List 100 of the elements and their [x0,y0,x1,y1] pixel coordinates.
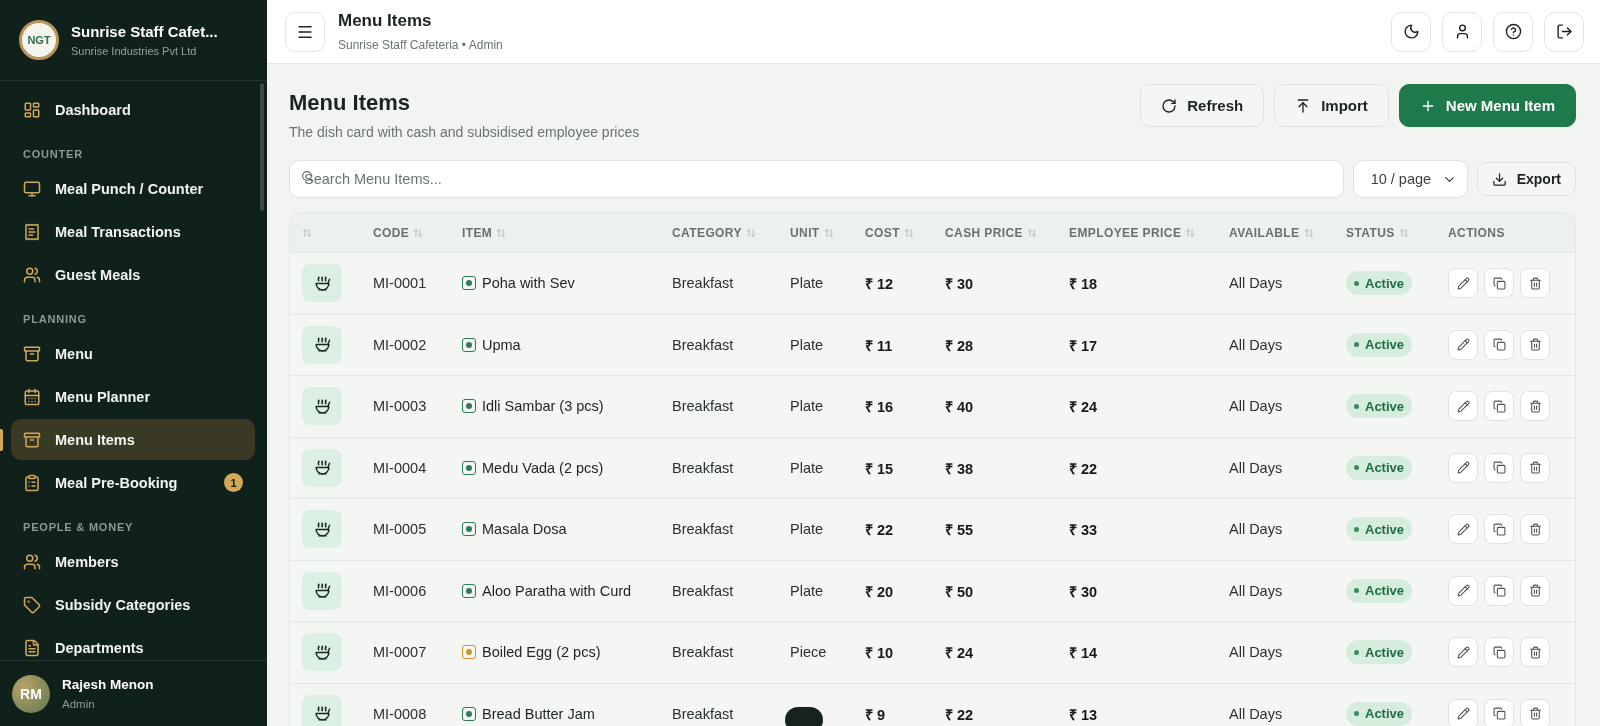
table-cell-text: ₹ 10 [864,644,895,663]
new-item-button[interactable]: New Menu Item [1398,84,1576,127]
table-cell-text: Breakfast [671,459,735,476]
column-header[interactable]: EMPLOYEE PRICE [1069,225,1182,240]
table-cell-text: ₹ 33 [1068,521,1099,540]
duplicate-button[interactable] [1484,391,1514,422]
nav-item[interactable]: Members [11,541,255,582]
table-cell: Poha with Sev [482,275,575,292]
nav-icon [23,638,41,657]
status-badge: Active [1346,332,1413,357]
pencil-icon [1456,276,1470,290]
nav-item[interactable]: Dashboard [11,89,255,130]
table-cell-text: ₹ 22 [1068,459,1099,478]
refresh-button[interactable]: Refresh [1140,84,1265,127]
table-cell-text: Piece [789,644,828,661]
table-cell-text: All Days [1228,644,1284,661]
edit-button[interactable] [1448,452,1478,483]
floating-pill [785,707,823,726]
nav-section-heading: PLANNING [23,313,88,325]
edit-button[interactable] [1448,575,1478,606]
column-header[interactable]: ACTIONS [1448,225,1505,240]
page-size-select[interactable]: 10 / page [1352,160,1468,198]
edit-button[interactable] [1448,698,1478,726]
table-cell-text: MI-0008 [372,705,428,722]
edit-button[interactable] [1448,637,1478,668]
column-header[interactable]: CASH PRICE [945,225,1023,240]
table-cell-text: MI-0004 [372,459,428,476]
column-header[interactable]: ITEM [462,225,493,240]
scrollbar[interactable] [260,83,264,211]
search-field[interactable]: Search Menu Items... [289,160,1344,198]
table-cell-text: ₹ 15 [864,459,895,478]
nav-item[interactable]: Menu [11,333,255,374]
delete-button[interactable] [1520,575,1550,606]
trash-icon [1528,399,1542,413]
column-header[interactable]: UNIT [790,225,820,240]
edit-button[interactable] [1448,391,1478,422]
duplicate-button[interactable] [1484,637,1514,668]
table-cell: Medu Vada (2 pcs) [482,459,604,476]
delete-button[interactable] [1520,452,1550,483]
duplicate-button[interactable] [1484,575,1514,606]
column-header[interactable]: CATEGORY [672,225,742,240]
table-cell-text: ₹ 38 [944,459,975,478]
delete-button[interactable] [1520,268,1550,299]
table-cell-text: ₹ 24 [944,644,975,663]
theme-toggle-button[interactable] [1391,11,1431,52]
table-cell-text: ₹ 16 [864,398,895,417]
header-title: Menu Items [338,11,433,31]
copy-icon [1492,707,1506,721]
pencil-icon [1456,522,1470,536]
edit-button[interactable] [1448,514,1478,545]
help-button[interactable] [1493,11,1533,52]
copy-icon [1492,338,1506,352]
logout-icon [1555,23,1573,40]
edit-button[interactable] [1448,268,1478,299]
page-title: Menu Items [289,90,412,116]
nav-icon [23,552,41,571]
nav-item[interactable]: Meal Transactions [11,211,255,252]
user-role: Admin [62,698,96,710]
column-header[interactable]: STATUS [1346,225,1395,240]
menu-button[interactable] [285,11,325,52]
nav-item[interactable]: Meal Punch / Counter [11,168,255,209]
trash-icon [1528,707,1542,721]
nav-item[interactable]: Departments [11,627,255,660]
column-header[interactable]: AVAILABLE [1229,225,1300,240]
export-button[interactable]: Export [1476,162,1576,196]
copy-icon [1492,399,1506,413]
import-button[interactable]: Import [1274,84,1389,127]
edit-button[interactable] [1448,329,1478,360]
column-header[interactable]: CODE [373,225,410,240]
nav-item[interactable]: Menu Items [11,419,255,460]
selection-indicator [0,429,3,451]
delete-button[interactable] [1520,329,1550,360]
delete-button[interactable] [1520,698,1550,726]
nav-section-heading: COUNTER [23,148,84,160]
duplicate-button[interactable] [1484,698,1514,726]
delete-button[interactable] [1520,514,1550,545]
duplicate-button[interactable] [1484,329,1514,360]
table-cell-text: ₹ 12 [864,275,895,294]
copy-icon [1492,461,1506,475]
nav-item[interactable]: Guest Meals [11,254,255,295]
nav-item[interactable]: Meal Pre-Booking 1 [11,462,255,503]
profile-button[interactable] [1442,11,1482,52]
column-header[interactable]: COST [865,225,900,240]
delete-button[interactable] [1520,391,1550,422]
table-cell-text: Plate [789,398,825,415]
duplicate-button[interactable] [1484,268,1514,299]
header-subtitle: Sunrise Staff Cafeteria • Admin [338,38,503,52]
duplicate-button[interactable] [1484,452,1514,483]
trash-icon [1528,522,1542,536]
table-cell-text: All Days [1228,336,1284,353]
nav-item[interactable]: Menu Planner [11,376,255,417]
nav-item[interactable]: Subsidy Categories [11,584,255,625]
logout-button[interactable] [1544,11,1584,52]
nav-icon [23,473,41,492]
copy-icon [1492,645,1506,659]
status-badge: Active [1346,394,1413,419]
table-cell: Idli Sambar (3 pcs) [482,398,604,415]
duplicate-button[interactable] [1484,514,1514,545]
delete-button[interactable] [1520,637,1550,668]
bowl-icon [313,705,331,723]
